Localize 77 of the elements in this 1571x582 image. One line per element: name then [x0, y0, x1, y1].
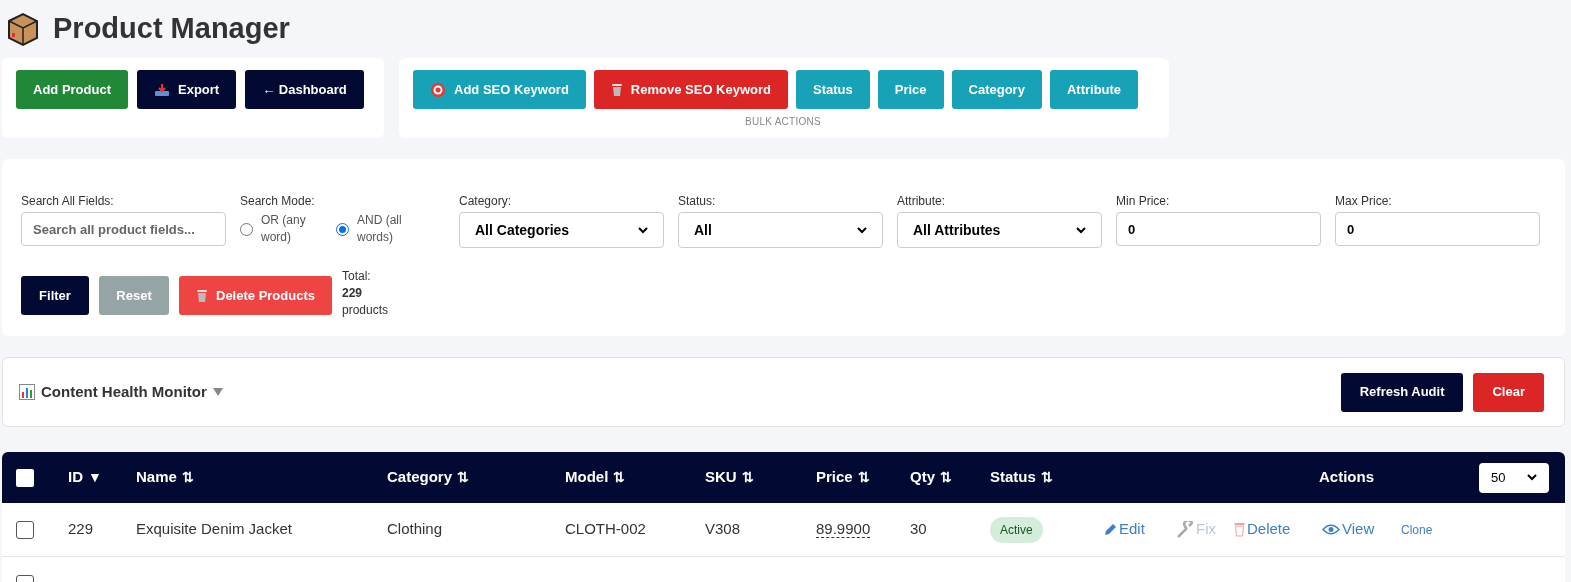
- radio-label: AND (all words): [357, 212, 403, 246]
- total-count: 229: [342, 285, 363, 302]
- field-label: Attribute:: [897, 193, 947, 206]
- action-button[interactable]: ← Dashboard: [245, 70, 364, 109]
- table-cell: Clothing: [387, 520, 443, 538]
- table-cell: Exquisite Denim Jacket: [136, 520, 292, 538]
- total-label: Total:: [342, 268, 372, 285]
- column-header[interactable]: Price ⇅: [816, 466, 910, 489]
- sort-icon: ▼: [88, 467, 102, 488]
- trash-icon: [610, 82, 623, 97]
- sort-icon: ⇅: [613, 467, 626, 488]
- table-cell: 229: [68, 520, 94, 538]
- wrench-icon: [1176, 520, 1194, 539]
- dropdown[interactable]: All Categories: [459, 212, 664, 248]
- action-button[interactable]: Remove SEO Keyword: [593, 70, 788, 109]
- sort-icon: ⇅: [1040, 467, 1053, 488]
- sort-icon: ⇅: [457, 467, 470, 488]
- action-button[interactable]: Refresh Audit: [1340, 372, 1464, 412]
- action-button[interactable]: Export: [137, 70, 237, 109]
- field-label: Status:: [678, 193, 717, 206]
- caret-down-icon[interactable]: [212, 388, 223, 396]
- row-checkbox[interactable]: [16, 520, 34, 539]
- column-header[interactable]: Name ⇅: [136, 466, 387, 489]
- action-link[interactable]: Edit: [1103, 518, 1176, 541]
- action-button[interactable]: Add Product: [16, 70, 128, 109]
- search-field[interactable]: Search all product fields...: [21, 212, 226, 246]
- chevron-down-icon: [857, 226, 867, 234]
- tray-icon: [154, 82, 170, 97]
- pencil-icon: [1103, 522, 1117, 537]
- sort-icon: ⇅: [940, 467, 952, 488]
- action-link[interactable]: Clone: [1401, 520, 1451, 539]
- action-button[interactable]: Clear: [1473, 372, 1544, 412]
- column-header[interactable]: ID ▼: [68, 466, 136, 489]
- field-label: Search Mode:: [240, 193, 316, 206]
- column-header[interactable]: Category ⇅: [387, 466, 565, 489]
- status-badge: Active: [990, 516, 1043, 543]
- price-value[interactable]: 89.9900: [816, 520, 871, 539]
- chevron-down-icon: [1076, 226, 1086, 234]
- sort-icon: ⇅: [741, 467, 754, 488]
- action-link[interactable]: Delete: [1234, 518, 1322, 541]
- column-header: Actions: [1319, 467, 1374, 488]
- dropdown[interactable]: All: [678, 212, 883, 248]
- section-caption: BULK ACTIONS: [745, 115, 821, 129]
- column-header[interactable]: Qty ⇅: [910, 466, 990, 489]
- table-row[interactable]: 229 Exquisite Denim Jacket Clothing CLOTH-002 V308 89.9900 30 Active Edit Fix Delete View Clone: [2, 503, 1565, 557]
- field-label: Search All Fields:: [21, 193, 115, 206]
- trash-icon: [1234, 522, 1245, 537]
- chevron-down-icon: [1527, 474, 1537, 481]
- page-title: Product Manager: [53, 11, 290, 47]
- action-link[interactable]: View: [1322, 518, 1401, 541]
- page-size-dropdown[interactable]: 50: [1479, 462, 1549, 493]
- sort-icon: ⇅: [857, 467, 870, 488]
- table-cell: 30: [910, 520, 927, 538]
- bar-chart-icon: [19, 384, 35, 400]
- dropdown[interactable]: All Attributes: [897, 212, 1102, 248]
- table-cell: CLOTH-002: [565, 520, 646, 538]
- eye-icon: [1322, 524, 1340, 535]
- total-unit: products: [342, 302, 388, 319]
- panel-title[interactable]: Content Health Monitor: [41, 380, 207, 404]
- column-header[interactable]: SKU ⇅: [705, 466, 816, 489]
- table-cell: V308: [705, 520, 741, 538]
- action-button[interactable]: Filter: [21, 276, 89, 315]
- target-icon: [430, 81, 446, 98]
- select-all-checkbox[interactable]: [16, 468, 34, 487]
- field-label: Min Price:: [1116, 193, 1171, 206]
- column-header[interactable]: Status ⇅: [990, 466, 1053, 489]
- field-label: Max Price:: [1335, 193, 1393, 206]
- price-field[interactable]: 0: [1116, 212, 1321, 246]
- trash-icon: [196, 288, 208, 303]
- column-header[interactable]: Model ⇅: [565, 466, 705, 489]
- chevron-down-icon: [638, 226, 648, 234]
- sort-icon: ⇅: [181, 467, 194, 488]
- box-icon: [5, 11, 41, 47]
- price-field[interactable]: 0: [1335, 212, 1540, 246]
- field-label: Category:: [459, 193, 513, 206]
- radio-label: OR (any word): [261, 212, 307, 246]
- action-button[interactable]: Delete Products: [179, 276, 332, 315]
